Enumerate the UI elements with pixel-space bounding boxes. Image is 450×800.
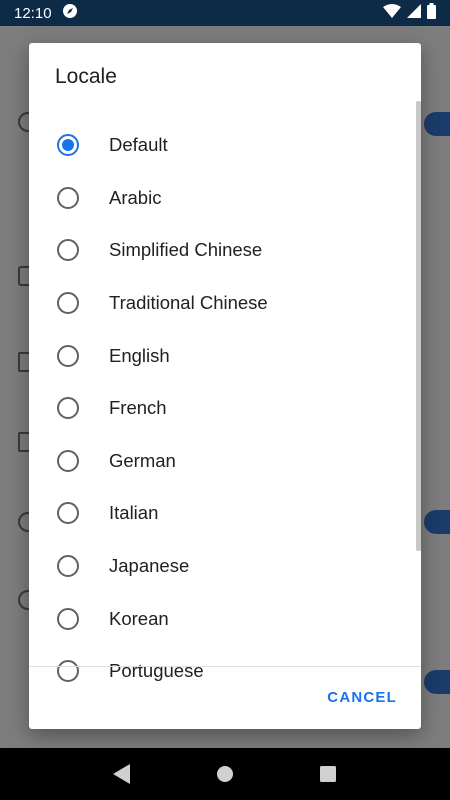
locale-option[interactable]: Default — [29, 119, 421, 172]
scrollbar[interactable] — [416, 101, 421, 551]
locale-option[interactable]: Japanese — [29, 540, 421, 593]
status-time: 12:10 — [14, 4, 52, 22]
radio-unchecked-icon[interactable] — [57, 607, 79, 630]
locale-option-label: German — [109, 449, 176, 471]
signal-icon — [407, 4, 421, 22]
locale-option-label: Simplified Chinese — [109, 239, 263, 261]
radio-unchecked-icon[interactable] — [57, 344, 79, 367]
back-icon[interactable] — [110, 762, 134, 786]
dialog-title: Locale — [55, 65, 117, 88]
locale-option-label: Default — [109, 134, 168, 156]
locale-option[interactable]: Traditional Chinese — [29, 277, 421, 330]
locale-option-label: Arabic — [109, 186, 162, 208]
radio-unchecked-icon[interactable] — [57, 660, 79, 683]
recents-icon[interactable] — [316, 762, 340, 786]
battery-icon — [427, 3, 436, 23]
radio-unchecked-icon[interactable] — [57, 502, 79, 525]
locale-option[interactable]: German — [29, 435, 421, 488]
locale-option[interactable]: French — [29, 382, 421, 435]
locale-option-label: French — [109, 397, 167, 419]
cancel-button[interactable]: CANCEL — [325, 683, 399, 712]
background-toggle — [424, 112, 450, 136]
radio-unchecked-icon[interactable] — [57, 449, 79, 472]
radio-unchecked-icon[interactable] — [57, 397, 79, 420]
locale-option[interactable]: English — [29, 329, 421, 382]
radio-unchecked-icon[interactable] — [57, 239, 79, 262]
locale-option[interactable]: Korean — [29, 592, 421, 645]
compass-icon — [62, 3, 78, 23]
dialog-divider — [29, 666, 421, 667]
locale-option-list[interactable]: Default Arabic Simplified Chinese Tradition… — [29, 119, 421, 709]
navigation-bar — [0, 748, 450, 800]
locale-option-label: Italian — [109, 502, 159, 524]
locale-option[interactable]: Italian — [29, 487, 421, 540]
status-bar: 12:10 — [0, 0, 450, 26]
home-icon[interactable] — [213, 762, 237, 786]
locale-option-label: Japanese — [109, 555, 190, 577]
wifi-icon — [383, 4, 401, 22]
locale-dialog: Locale Default Arabic Simplified Chinese Tr… — [29, 43, 421, 729]
radio-unchecked-icon[interactable] — [57, 292, 79, 315]
locale-option[interactable]: Simplified Chinese — [29, 224, 421, 277]
radio-unchecked-icon[interactable] — [57, 555, 79, 578]
locale-option-label: Portuguese — [109, 660, 204, 682]
background-toggle — [424, 510, 450, 534]
locale-option[interactable]: Arabic — [29, 172, 421, 225]
background-toggle — [424, 670, 450, 694]
locale-option-label: Korean — [109, 607, 169, 629]
radio-unchecked-icon[interactable] — [57, 186, 79, 209]
locale-option-label: Traditional Chinese — [109, 292, 268, 314]
locale-option-label: English — [109, 344, 170, 366]
radio-checked-icon[interactable] — [57, 134, 79, 157]
